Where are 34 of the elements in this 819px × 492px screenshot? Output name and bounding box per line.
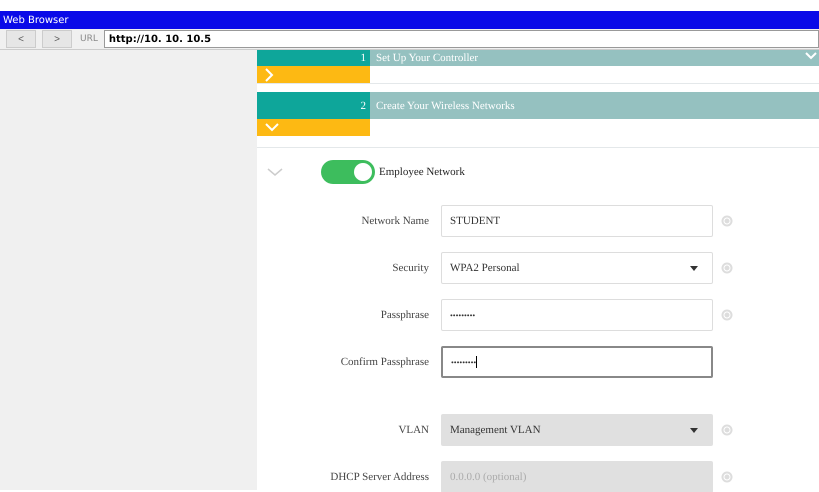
help-icon[interactable] — [721, 262, 733, 274]
step-title: Create Your Wireless Networks — [375, 100, 515, 112]
url-label: URL — [80, 34, 98, 44]
help-icon[interactable] — [721, 215, 733, 227]
forward-button[interactable]: > — [42, 30, 72, 48]
help-icon[interactable] — [721, 309, 733, 321]
chevron-down-icon — [265, 123, 279, 132]
toggle-switch[interactable] — [321, 160, 375, 184]
chevron-down-icon[interactable] — [267, 168, 283, 176]
dropdown-caret-icon — [690, 266, 698, 270]
url-field[interactable]: http://10. 10. 10.5 — [104, 30, 819, 48]
window-title: Web Browser — [3, 14, 69, 26]
field-label: Passphrase — [380, 309, 430, 321]
help-icon[interactable] — [721, 471, 733, 483]
field-label: VLAN — [397, 424, 430, 436]
field-label: Network Name — [360, 215, 430, 227]
step-toggle[interactable] — [257, 119, 370, 136]
field-label: DHCP Server Address — [329, 471, 430, 483]
help-icon[interactable] — [721, 424, 733, 436]
password-field[interactable]: ••••••••• — [441, 346, 713, 378]
dropdown-caret-icon — [690, 428, 698, 432]
password-field[interactable]: ••••••••• — [441, 299, 713, 331]
step-toggle[interactable] — [257, 66, 370, 83]
chevron-right-icon — [265, 68, 274, 82]
input-field[interactable]: STUDENT — [441, 205, 713, 237]
step-number: 2 — [257, 92, 370, 119]
step-title: Set Up Your Controller — [375, 52, 478, 64]
back-button[interactable]: < — [6, 30, 36, 48]
field-label: Confirm Passphrase — [340, 356, 430, 368]
network-name-label: Employee Network — [379, 166, 465, 178]
field-label: Security — [391, 262, 430, 274]
step-number: 1 — [257, 50, 370, 66]
select-field[interactable]: WPA2 Personal — [441, 252, 713, 284]
chevron-down-icon — [805, 52, 817, 60]
